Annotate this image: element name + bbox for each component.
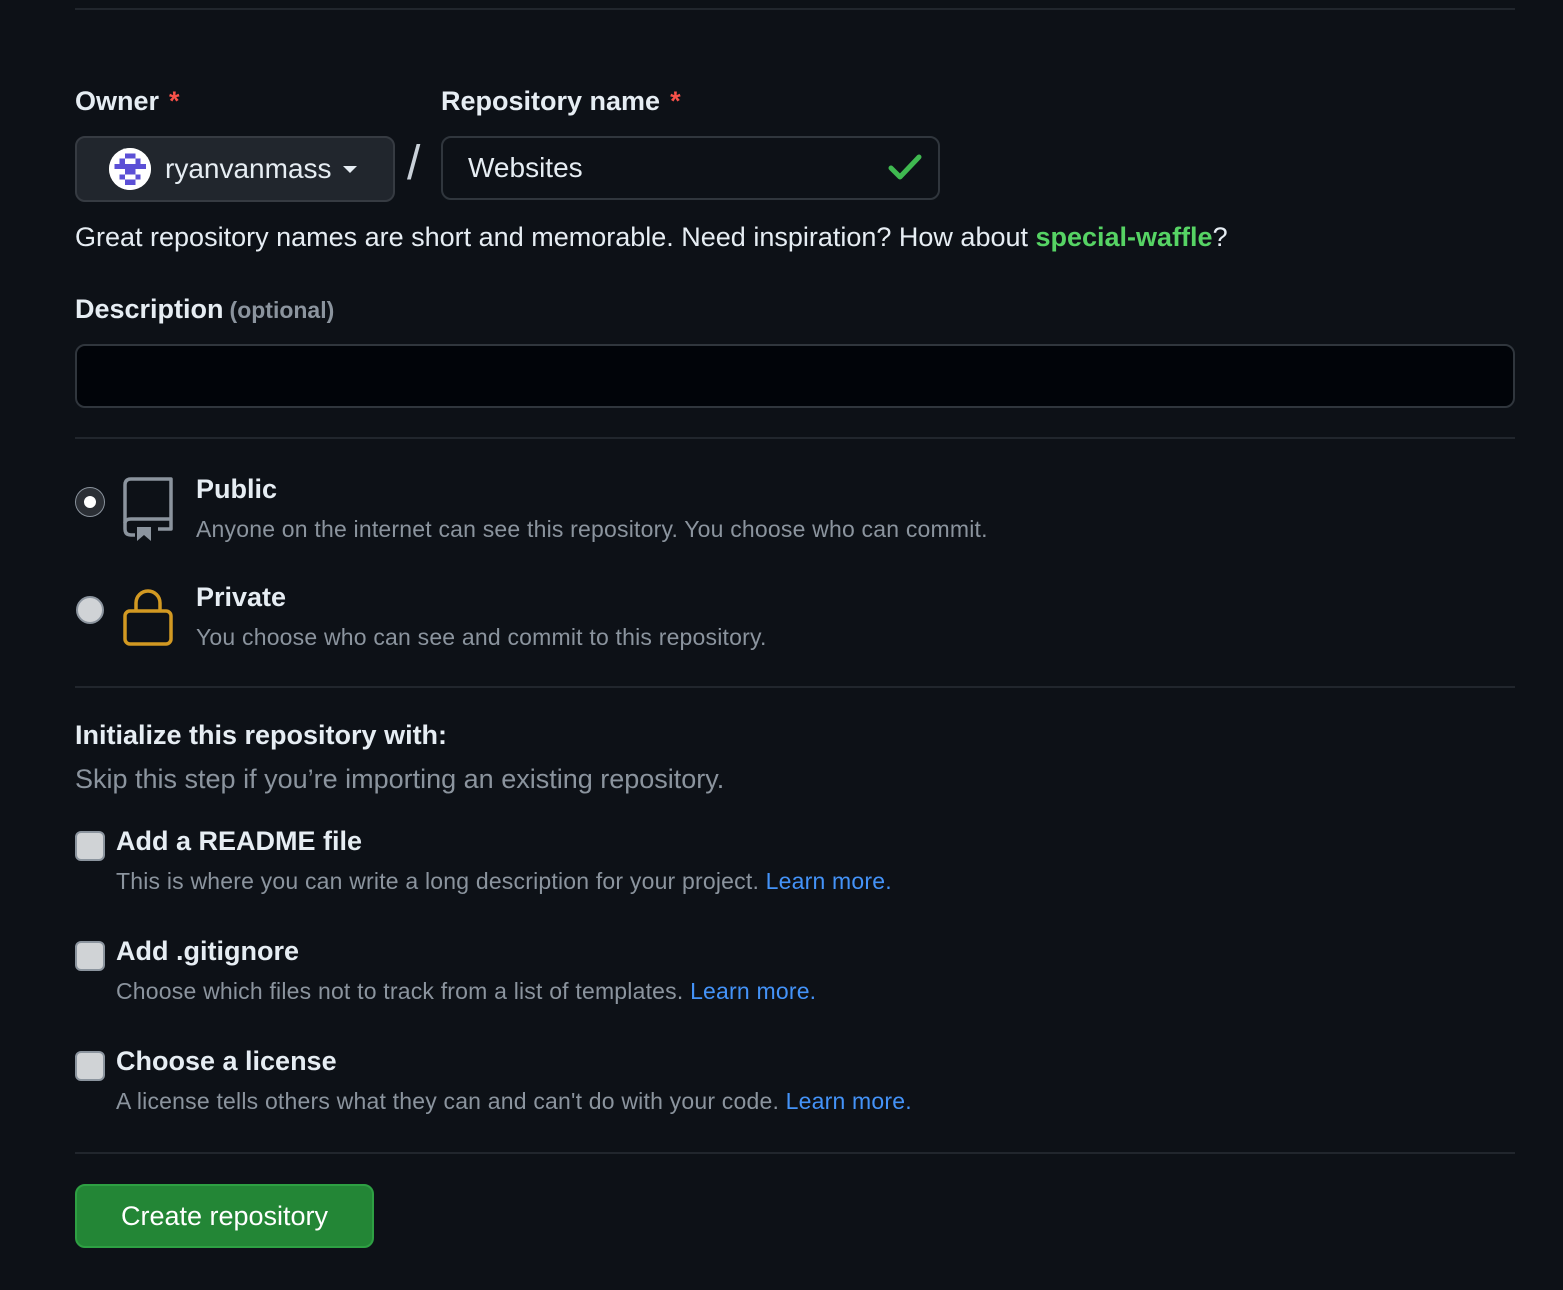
gitignore-checkbox[interactable] — [75, 941, 105, 971]
repo-name-label: Repository name * — [441, 86, 681, 116]
divider — [75, 1152, 1515, 1154]
description-label: Description (optional) — [75, 294, 335, 324]
divider — [75, 437, 1515, 439]
repo-name-input[interactable] — [441, 136, 940, 200]
public-description: Anyone on the internet can see this repo… — [196, 516, 988, 542]
create-repository-form: Owner* ryanvanmass / Repository name* — [0, 0, 1563, 1290]
owner-dropdown[interactable]: ryanvanmass — [75, 136, 395, 202]
gitignore-title: Add .gitignore — [116, 936, 299, 966]
repo-icon — [123, 477, 173, 541]
gitignore-description: Choose which files not to track from a l… — [116, 978, 817, 1004]
private-radio[interactable] — [76, 596, 104, 624]
init-section-title: Initialize this repository with: — [75, 720, 448, 750]
owner-label: Owner * — [75, 86, 180, 116]
top-divider — [75, 8, 1515, 10]
public-radio[interactable] — [76, 488, 104, 516]
create-repository-button[interactable]: Create repository — [75, 1184, 374, 1248]
owner-name: ryanvanmass — [165, 153, 332, 184]
name-suggestion-link[interactable]: special-waffle — [1036, 222, 1213, 252]
readme-description: This is where you can write a long descr… — [116, 868, 892, 894]
license-description: A license tells others what they can and… — [116, 1088, 912, 1114]
lock-icon — [123, 589, 173, 646]
repo-name-required-mark: * — [670, 86, 681, 116]
private-description: You choose who can see and commit to thi… — [196, 624, 767, 650]
gitignore-learn-more-link[interactable]: Learn more. — [690, 978, 816, 1004]
readme-checkbox[interactable] — [75, 831, 105, 861]
license-title: Choose a license — [116, 1046, 337, 1076]
description-input[interactable] — [75, 344, 1515, 408]
check-icon — [888, 154, 922, 180]
repo-name-hint: Great repository names are short and mem… — [75, 222, 1228, 252]
private-title: Private — [196, 582, 287, 612]
divider — [75, 686, 1515, 688]
readme-title: Add a README file — [116, 826, 363, 856]
license-checkbox[interactable] — [75, 1051, 105, 1081]
caret-down-icon — [342, 166, 357, 173]
owner-repo-separator: / — [407, 137, 421, 190]
owner-required-mark: * — [169, 86, 180, 116]
init-section-subtitle: Skip this step if you’re importing an ex… — [75, 764, 725, 794]
license-learn-more-link[interactable]: Learn more. — [786, 1088, 912, 1114]
readme-learn-more-link[interactable]: Learn more. — [766, 868, 892, 894]
public-title: Public — [196, 474, 278, 504]
owner-avatar — [109, 148, 151, 190]
optional-tag: (optional) — [229, 297, 335, 323]
